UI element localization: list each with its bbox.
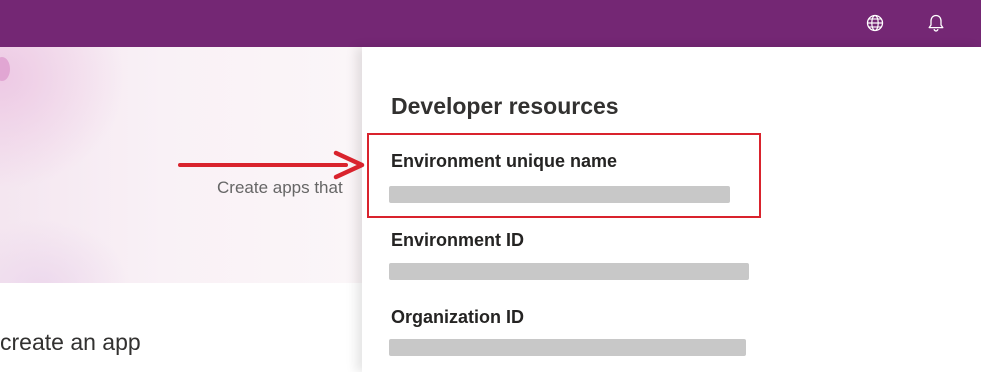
globe-icon xyxy=(866,14,884,32)
globe-button[interactable] xyxy=(860,8,890,38)
environment-id-label: Environment ID xyxy=(391,230,525,250)
right-arrow-icon xyxy=(178,150,365,180)
notifications-button[interactable] xyxy=(921,8,951,38)
hero-subtitle: Create apps that xyxy=(217,178,343,197)
highlight-box xyxy=(367,133,761,218)
organization-id-value-redacted[interactable] xyxy=(389,339,746,356)
organization-id-label: Organization ID xyxy=(391,307,525,327)
top-app-bar xyxy=(0,0,981,47)
create-app-section: create an app xyxy=(0,283,362,372)
environment-id-value-redacted[interactable] xyxy=(389,263,749,280)
decorative-blob xyxy=(0,57,10,81)
panel-title: Developer resources xyxy=(391,93,619,119)
create-app-heading: create an app xyxy=(0,329,141,355)
bell-icon xyxy=(928,14,944,32)
